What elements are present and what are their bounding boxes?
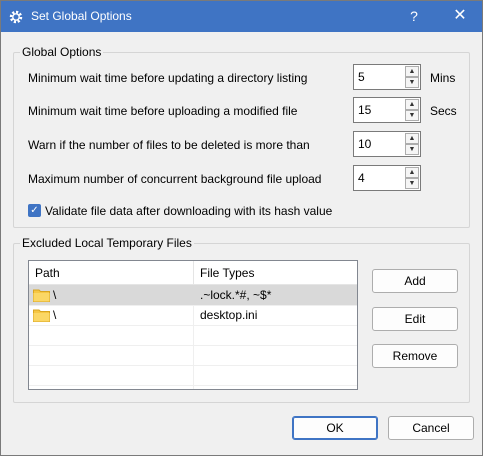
spin-down-button[interactable]: ▼ [405, 110, 419, 121]
unit-secs: Secs [430, 104, 457, 118]
close-button[interactable]: ✕ [444, 1, 476, 32]
cell-file-types: desktop.ini [200, 308, 258, 322]
spinner-buttons: ▲ ▼ [405, 167, 419, 189]
column-header-path[interactable]: Path [29, 261, 193, 285]
option-label-delete-warning: Warn if the number of files to be delete… [28, 138, 310, 152]
spinner-buttons: ▲ ▼ [405, 66, 419, 88]
grid-line [29, 385, 357, 386]
validate-hash-checkbox[interactable]: ✓ [28, 204, 41, 217]
spin-down-button[interactable]: ▼ [405, 178, 419, 189]
option-label-concurrent-uploads: Maximum number of concurrent background … [28, 172, 322, 186]
delete-warning-spinner[interactable]: 10 ▲ ▼ [353, 131, 421, 157]
spinner-value[interactable]: 4 [358, 171, 365, 185]
directory-wait-spinner[interactable]: 5 ▲ ▼ [353, 64, 421, 90]
gear-icon [9, 10, 23, 24]
option-label-directory-wait: Minimum wait time before updating a dire… [28, 71, 308, 85]
cell-path: \ [53, 308, 57, 322]
spinner-buttons: ▲ ▼ [405, 133, 419, 155]
spinner-value[interactable]: 10 [358, 137, 371, 151]
validate-hash-label[interactable]: Validate file data after downloading wit… [45, 204, 332, 218]
edit-button[interactable]: Edit [372, 307, 458, 331]
grid-line [29, 325, 357, 326]
title-bar[interactable]: Set Global Options ? ✕ [1, 1, 482, 32]
spin-down-button[interactable]: ▼ [405, 77, 419, 88]
folder-icon [33, 289, 50, 302]
cell-file-types: .~lock.*#, ~$* [200, 288, 272, 302]
spin-down-button[interactable]: ▼ [405, 144, 419, 155]
upload-wait-spinner[interactable]: 15 ▲ ▼ [353, 97, 421, 123]
global-options-group-label: Global Options [20, 45, 104, 59]
table-row[interactable]: \ .~lock.*#, ~$* [29, 285, 357, 305]
spin-up-button[interactable]: ▲ [405, 133, 419, 144]
concurrent-uploads-spinner[interactable]: 4 ▲ ▼ [353, 165, 421, 191]
grid-line [29, 345, 357, 346]
spin-up-button[interactable]: ▲ [405, 99, 419, 110]
list-header: Path File Types [29, 261, 357, 285]
grid-line [29, 365, 357, 366]
cancel-button[interactable]: Cancel [388, 416, 474, 440]
cell-path: \ [53, 288, 57, 302]
excluded-files-group-label: Excluded Local Temporary Files [20, 236, 194, 250]
ok-button[interactable]: OK [292, 416, 378, 440]
column-header-file-types[interactable]: File Types [194, 261, 358, 285]
spin-up-button[interactable]: ▲ [405, 66, 419, 77]
window-title: Set Global Options [31, 9, 132, 23]
option-label-upload-wait: Minimum wait time before uploading a mod… [28, 104, 298, 118]
spinner-value[interactable]: 15 [358, 103, 371, 117]
help-button[interactable]: ? [399, 1, 429, 32]
spinner-value[interactable]: 5 [358, 70, 365, 84]
remove-button[interactable]: Remove [372, 344, 458, 368]
excluded-files-list[interactable]: Path File Types \ .~lock.*#, ~$* \ deskt… [28, 260, 358, 390]
spinner-buttons: ▲ ▼ [405, 99, 419, 121]
set-global-options-dialog: Set Global Options ? ✕ Global Options Mi… [0, 0, 483, 456]
add-button[interactable]: Add [372, 269, 458, 293]
spin-up-button[interactable]: ▲ [405, 167, 419, 178]
unit-mins: Mins [430, 71, 456, 85]
folder-icon [33, 309, 50, 322]
table-row[interactable]: \ desktop.ini [29, 305, 357, 325]
